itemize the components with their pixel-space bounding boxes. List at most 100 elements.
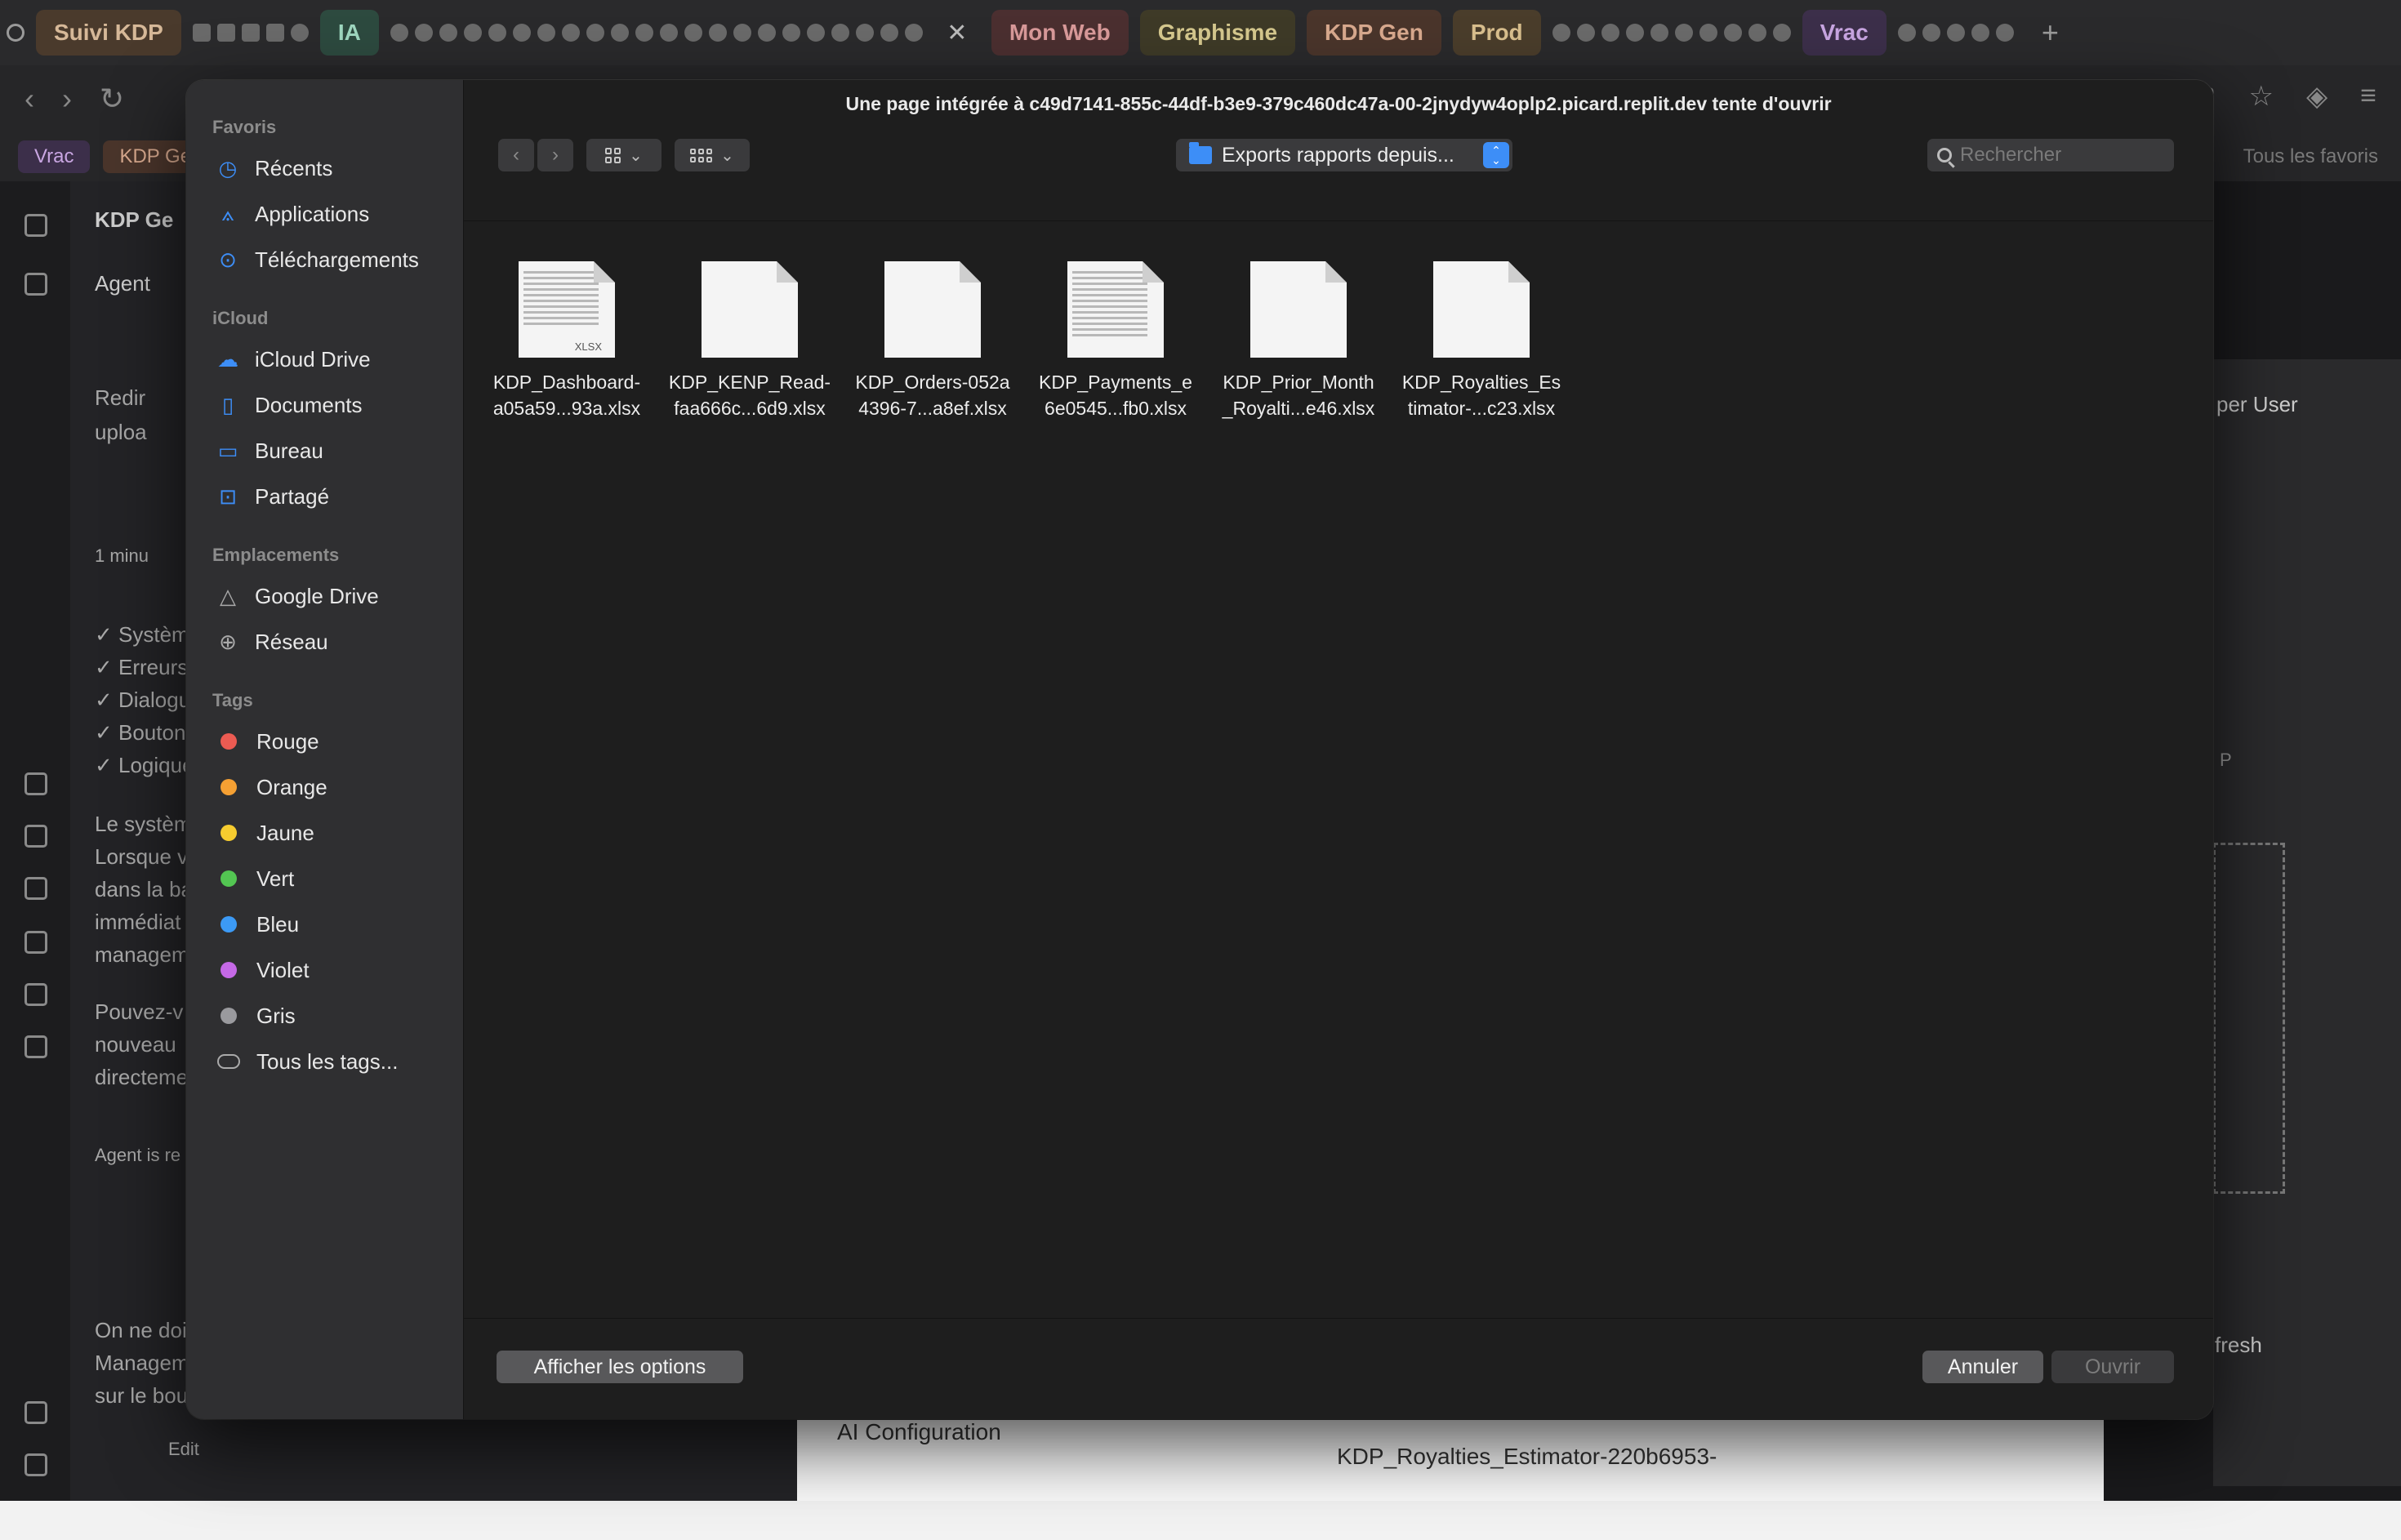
tab-favicon-icon[interactable] bbox=[1897, 24, 1916, 42]
tab-favicon-icon[interactable] bbox=[561, 24, 580, 42]
tab-favicon-icon[interactable] bbox=[1971, 24, 1989, 42]
back-arrow-icon[interactable]: ‹ bbox=[24, 82, 34, 116]
tab-group-prod[interactable]: Prod bbox=[1452, 10, 1541, 56]
tab-favicon-icon[interactable] bbox=[855, 24, 874, 42]
tab-group-mon-web[interactable]: Mon Web bbox=[991, 10, 1129, 56]
tab-group-ia[interactable]: IA bbox=[319, 10, 379, 56]
bookmark-folder-vrac[interactable]: Vrac bbox=[18, 140, 91, 173]
deploy-icon[interactable] bbox=[24, 983, 47, 1006]
tab-favicon-icon[interactable] bbox=[708, 24, 727, 42]
back-button[interactable]: ‹ bbox=[498, 139, 534, 171]
tab-favicon-icon[interactable] bbox=[488, 24, 506, 42]
tab-favicon-icon[interactable] bbox=[1552, 24, 1570, 42]
tab-favicon-icon[interactable] bbox=[806, 24, 825, 42]
tab-favicon-icon[interactable] bbox=[1576, 24, 1595, 42]
group-view-button[interactable]: ⌄ bbox=[675, 139, 750, 171]
tab-favicon-icon[interactable] bbox=[439, 24, 457, 42]
sidebar-tag-bleu[interactable]: Bleu bbox=[186, 901, 463, 947]
sidebar-item-documents[interactable]: ▯ Documents bbox=[186, 382, 463, 428]
forward-arrow-icon[interactable]: › bbox=[62, 82, 72, 116]
tab-favicon-icon[interactable] bbox=[463, 24, 482, 42]
tab-favicon-icon[interactable] bbox=[512, 24, 531, 42]
favorites-star-icon[interactable]: ☆ bbox=[2249, 80, 2274, 113]
tab-favicon-icon[interactable] bbox=[1625, 24, 1644, 42]
new-tab-icon[interactable]: + bbox=[2042, 16, 2059, 50]
refresh-button[interactable]: fresh bbox=[2215, 1333, 2262, 1358]
sidebar-item-icloud-drive[interactable]: ☁ iCloud Drive bbox=[186, 336, 463, 382]
upload-dropzone[interactable] bbox=[2213, 843, 2285, 1194]
sidebar-tag-violet[interactable]: Violet bbox=[186, 947, 463, 993]
database-icon[interactable] bbox=[24, 931, 47, 954]
tab-favicon-icon[interactable] bbox=[880, 24, 898, 42]
tab-favicon-icon[interactable] bbox=[757, 24, 776, 42]
sidebar-item-applications[interactable]: ⟑ Applications bbox=[186, 191, 463, 237]
tab-favicon-icon[interactable] bbox=[659, 24, 678, 42]
sidebar-item-partage[interactable]: ⊡ Partagé bbox=[186, 474, 463, 519]
file-item[interactable]: XLSX KDP_Dashboard- a05a59...93a.xlsx bbox=[475, 261, 658, 421]
tab-favicon-icon[interactable] bbox=[390, 24, 408, 42]
help-icon[interactable] bbox=[24, 1453, 47, 1476]
ai-configuration-item[interactable]: AI Configuration bbox=[837, 1419, 1001, 1445]
apps-grid-icon[interactable] bbox=[24, 1035, 47, 1058]
tab-favicon-icon[interactable] bbox=[1922, 24, 1940, 42]
tab-favicon-icon[interactable] bbox=[1699, 24, 1717, 42]
sidebar-item-reseau[interactable]: ⊕ Réseau bbox=[186, 619, 463, 665]
tab-favicon-icon[interactable] bbox=[290, 24, 309, 42]
sidebar-tag-gris[interactable]: Gris bbox=[186, 993, 463, 1039]
tab-favicon-icon[interactable] bbox=[1772, 24, 1791, 42]
tab-favicon-icon[interactable] bbox=[216, 24, 235, 42]
shield-icon[interactable]: ◈ bbox=[2306, 80, 2328, 113]
sidebar-item-recents[interactable]: ◷ Récents bbox=[186, 145, 463, 191]
tab-group-kdp-gen[interactable]: KDP Gen bbox=[1307, 10, 1441, 56]
menu-icon[interactable]: ≡ bbox=[2360, 80, 2376, 113]
search-field[interactable] bbox=[1927, 139, 2174, 171]
tab-favicon-icon[interactable] bbox=[265, 24, 284, 42]
tab-favicon-icon[interactable] bbox=[610, 24, 629, 42]
location-popup[interactable]: Exports rapports depuis... ⌃ ⌄ bbox=[1176, 139, 1512, 171]
all-bookmarks-link[interactable]: Tous les favoris bbox=[2243, 145, 2378, 168]
tab-favicon-icon[interactable] bbox=[1650, 24, 1668, 42]
tab-favicon-icon[interactable] bbox=[192, 24, 211, 42]
sidebar-item-telechargements[interactable]: ⊙ Téléchargements bbox=[186, 237, 463, 283]
tab-favicon-icon[interactable] bbox=[414, 24, 433, 42]
tab-favicon-icon[interactable] bbox=[635, 24, 653, 42]
home-icon[interactable] bbox=[24, 214, 47, 237]
sidebar-item-google-drive[interactable]: △ Google Drive bbox=[186, 573, 463, 619]
user-select[interactable]: per User bbox=[2216, 392, 2298, 417]
sidebar-all-tags[interactable]: Tous les tags... bbox=[186, 1039, 463, 1084]
tab-favicon-icon[interactable] bbox=[782, 24, 800, 42]
tab-favicon-icon[interactable] bbox=[537, 24, 555, 42]
reload-icon[interactable]: ↻ bbox=[100, 82, 124, 116]
tab-favicon-icon[interactable] bbox=[1946, 24, 1965, 42]
close-tab-icon[interactable]: ✕ bbox=[934, 19, 980, 47]
forward-button[interactable]: › bbox=[537, 139, 573, 171]
file-item[interactable]: KDP_KENP_Read- faa666c...6d9.xlsx bbox=[658, 261, 841, 421]
tab-favicon-icon[interactable] bbox=[1995, 24, 2014, 42]
agent-icon[interactable] bbox=[24, 772, 47, 795]
tab-favicon-icon[interactable] bbox=[1723, 24, 1742, 42]
tab-favicon-icon[interactable] bbox=[1601, 24, 1619, 42]
terminal-icon[interactable] bbox=[24, 877, 47, 900]
tab-favicon-icon[interactable] bbox=[241, 24, 260, 42]
sidebar-tag-vert[interactable]: Vert bbox=[186, 856, 463, 901]
tab-favicon-icon[interactable] bbox=[586, 24, 604, 42]
edit-button[interactable]: Edit bbox=[168, 1439, 199, 1460]
icon-view-button[interactable]: ⌄ bbox=[586, 139, 662, 171]
cancel-button[interactable]: Annuler bbox=[1922, 1351, 2043, 1383]
tab-favicon-icon[interactable] bbox=[1674, 24, 1693, 42]
sidebar-tag-rouge[interactable]: Rouge bbox=[186, 719, 463, 764]
sidebar-tag-orange[interactable]: Orange bbox=[186, 764, 463, 810]
monitor-icon[interactable] bbox=[24, 825, 47, 848]
file-item[interactable]: KDP_Prior_Month _Royalti...e46.xlsx bbox=[1207, 261, 1390, 421]
search-input[interactable] bbox=[1960, 144, 2164, 167]
tab-group-graphisme[interactable]: Graphisme bbox=[1139, 10, 1296, 56]
tab-favicon-icon[interactable] bbox=[831, 24, 849, 42]
agent-tab[interactable]: Agent bbox=[95, 271, 150, 296]
sidebar-tag-jaune[interactable]: Jaune bbox=[186, 810, 463, 856]
show-options-button[interactable]: Afficher les options bbox=[497, 1351, 743, 1383]
open-button[interactable]: Ouvrir bbox=[2051, 1351, 2174, 1383]
folder-icon[interactable] bbox=[24, 273, 47, 296]
tab-favicon-icon[interactable] bbox=[1748, 24, 1766, 42]
tab-group-suivi-kdp[interactable]: Suivi KDP bbox=[36, 10, 181, 56]
tab-group-vrac[interactable]: Vrac bbox=[1802, 10, 1886, 56]
